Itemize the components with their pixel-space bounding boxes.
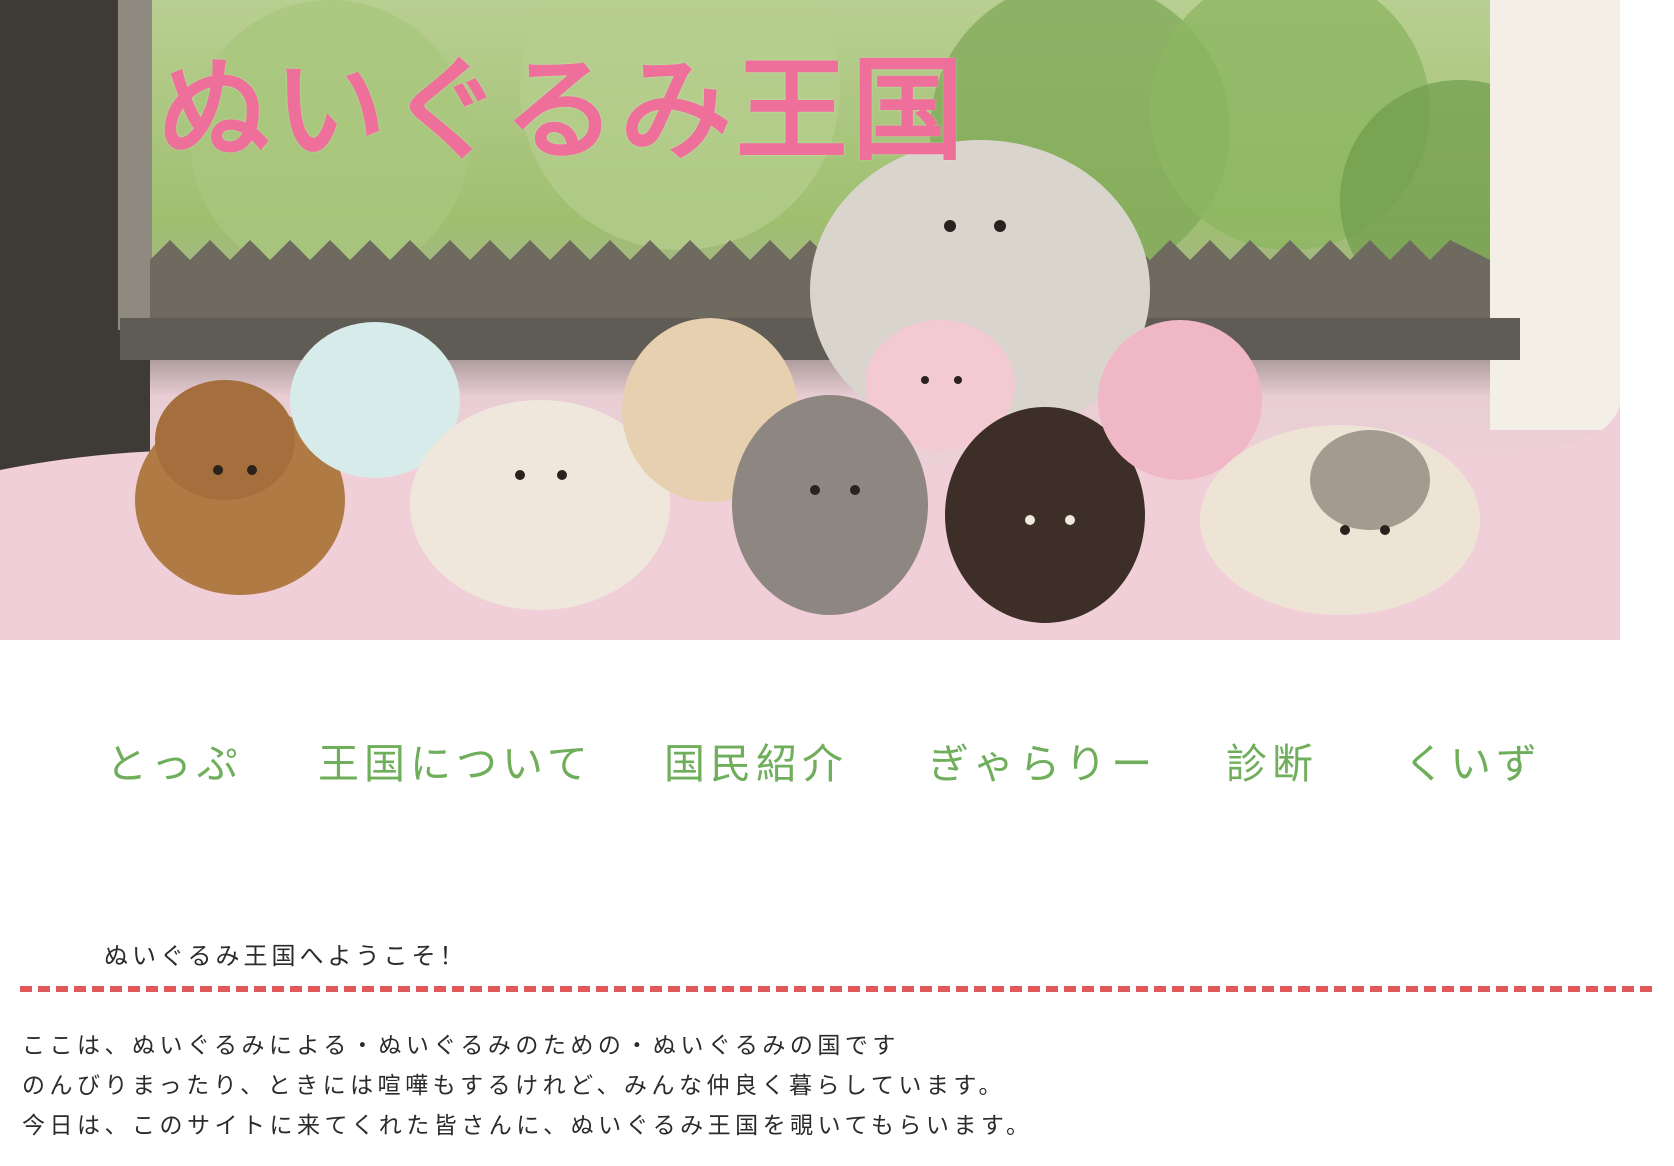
nav-item-about[interactable]: 王国について [318,730,593,790]
nav-item-citizens[interactable]: 国民紹介 [664,730,848,790]
intro-text: ここは、ぬいぐるみによる・ぬいぐるみのための・ぬいぐるみの国です のんびりまった… [22,1026,1034,1146]
intro-line: ここは、ぬいぐるみによる・ぬいぐるみのための・ぬいぐるみの国です [22,1033,900,1059]
dashed-divider [20,986,1652,992]
header-image: ぬいぐるみ王国 [0,0,1620,640]
nav-item-quiz[interactable]: くいず [1404,730,1542,790]
intro-line: 今日は、このサイトに来てくれた皆さんに、ぬいぐるみ王国を覗いてもらいます。 [22,1113,1034,1139]
nav-item-top[interactable]: とっぷ [106,730,243,790]
site-title: ぬいぐるみ王国 [158,46,968,176]
nav-item-diagnosis[interactable]: 診断 [1226,730,1318,790]
main-nav: とっぷ 王国について 国民紹介 ぎゃらりー 診断 くいず [0,730,1674,790]
welcome-heading: ぬいぐるみ王国へようこそ！ [104,942,468,970]
nav-item-gallery[interactable]: ぎゃらりー [928,730,1157,790]
intro-line: のんびりまったり、ときには喧嘩もするけれど、みんな仲良く暮らしています。 [22,1073,1007,1099]
